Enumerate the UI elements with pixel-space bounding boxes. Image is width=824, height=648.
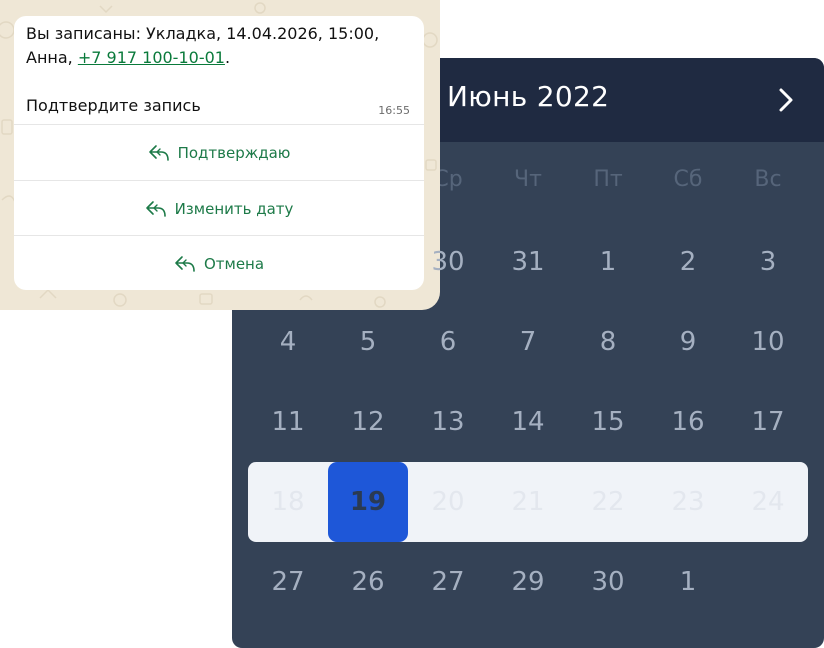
calendar-day[interactable]: 8: [568, 302, 648, 382]
calendar-day[interactable]: [328, 222, 408, 302]
message-text-part: Анна,: [26, 48, 78, 67]
calendar-day-selected[interactable]: 19: [328, 462, 408, 542]
calendar-day[interactable]: [248, 222, 328, 302]
calendar-day[interactable]: 29: [488, 542, 568, 622]
calendar-day[interactable]: 30: [408, 222, 488, 302]
calendar-week: 30 31 1 2 3: [248, 222, 808, 302]
calendar-day[interactable]: 9: [648, 302, 728, 382]
calendar-day[interactable]: 3: [728, 222, 808, 302]
message-line: Подтвердите запись: [26, 96, 201, 115]
calendar-day[interactable]: 20: [408, 462, 488, 542]
calendar-day[interactable]: 16: [648, 382, 728, 462]
calendar-day[interactable]: 18: [248, 462, 328, 542]
phone-link[interactable]: +7 917 100-10-01: [78, 48, 225, 67]
calendar-day[interactable]: 10: [728, 302, 808, 382]
calendar-month-title: Июнь 2022: [447, 80, 610, 113]
calendar-day[interactable]: 11: [248, 382, 328, 462]
calendar-day[interactable]: 2: [648, 222, 728, 302]
calendar-grid: 30 31 1 2 3 4 5 6 7 8 9 10 11 12 13 14 1…: [248, 222, 808, 622]
reply-arrow-icon: [148, 144, 169, 161]
calendar-day[interactable]: 31: [488, 222, 568, 302]
weekday-label: Чт: [514, 167, 542, 192]
weekday-label: Сб: [673, 167, 703, 192]
calendar-day[interactable]: 24: [728, 462, 808, 542]
calendar-day[interactable]: 23: [648, 462, 728, 542]
calendar-day[interactable]: 22: [568, 462, 648, 542]
weekday-label: Пт: [593, 167, 623, 192]
calendar-day[interactable]: 4: [248, 302, 328, 382]
message-line: Анна, +7 917 100-10-01.: [26, 46, 396, 70]
calendar-day[interactable]: 5: [328, 302, 408, 382]
calendar-day[interactable]: 12: [328, 382, 408, 462]
calendar-week-selected: 18 19 20 21 22 23 24: [248, 462, 808, 542]
weekday-label: Вс: [754, 167, 782, 192]
calendar-day[interactable]: 27: [408, 542, 488, 622]
action-label: Изменить дату: [174, 199, 294, 218]
calendar-day[interactable]: 14: [488, 382, 568, 462]
message-time: 16:55: [378, 104, 410, 117]
next-month-button[interactable]: [770, 82, 802, 118]
calendar-day[interactable]: 1: [568, 222, 648, 302]
calendar-day[interactable]: 30: [568, 542, 648, 622]
action-label: Подтверждаю: [177, 143, 291, 162]
reply-arrow-icon: [175, 255, 195, 272]
calendar-week: 11 12 13 14 15 16 17: [248, 382, 808, 462]
calendar-day[interactable]: 7: [488, 302, 568, 382]
calendar-week: 4 5 6 7 8 9 10: [248, 302, 808, 382]
calendar-day[interactable]: 1: [648, 542, 728, 622]
chevron-right-icon: [779, 88, 793, 112]
calendar-day[interactable]: 13: [408, 382, 488, 462]
calendar-week: 27 26 27 29 30 1: [248, 542, 808, 622]
calendar-day[interactable]: 27: [248, 542, 328, 622]
message-text: Вы записаны: Укладка, 14.04.2026, 15:00,…: [26, 22, 396, 118]
calendar-day[interactable]: [728, 542, 808, 622]
calendar-day[interactable]: 26: [328, 542, 408, 622]
reply-arrow-icon: [145, 200, 166, 217]
message-text-part: .: [224, 48, 231, 67]
confirm-button[interactable]: Подтверждаю: [14, 124, 424, 180]
calendar-day[interactable]: 6: [408, 302, 488, 382]
message-line: Вы записаны: Укладка, 14.04.2026, 15:00,: [26, 24, 380, 43]
calendar-day[interactable]: 17: [728, 382, 808, 462]
calendar-day[interactable]: 15: [568, 382, 648, 462]
calendar-day[interactable]: 21: [488, 462, 568, 542]
